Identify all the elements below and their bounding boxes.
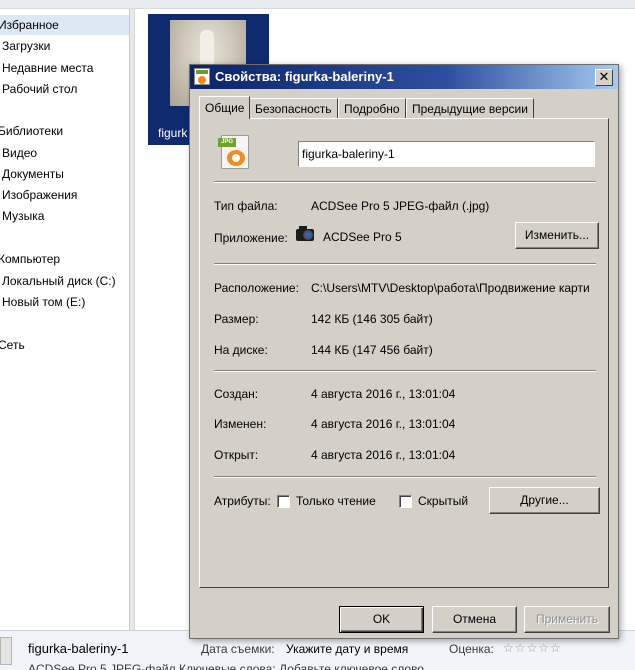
accessed-label: Открыт: <box>214 448 259 462</box>
details-type-and-keywords: ACDSee Pro 5 JPEG-файл Ключевые слова: Д… <box>28 662 424 670</box>
size-on-disk-value: 144 КБ (147 456 байт) <box>311 343 433 357</box>
nav-libraries[interactable]: Библиотеки <box>0 124 63 138</box>
tab-details[interactable]: Подробно <box>338 98 406 118</box>
thumbnail-label: figurk <box>158 126 188 140</box>
properties-dialog: Свойства: figurka-baleriny-1 ✕ Общие Без… <box>189 64 619 639</box>
nav-music[interactable]: Музыка <box>2 209 44 223</box>
nav-local-disk-c[interactable]: Локальный диск (C:) <box>2 274 116 288</box>
nav-documents[interactable]: Документы <box>2 167 64 181</box>
nav-downloads[interactable]: Загрузки <box>2 39 50 53</box>
nav-recent-places[interactable]: Недавние места <box>2 61 93 75</box>
separator <box>214 370 596 372</box>
file-name-field[interactable] <box>298 141 595 167</box>
details-rating-label: Оценка: <box>449 642 494 656</box>
size-on-disk-label: На диске: <box>214 343 268 357</box>
nav-video[interactable]: Видео <box>2 146 37 160</box>
created-value: 4 августа 2016 г., 13:01:04 <box>311 387 456 401</box>
nav-desktop[interactable]: Рабочий стол <box>2 82 77 96</box>
advanced-attributes-button[interactable]: Другие... <box>489 487 600 514</box>
general-tab-panel: JPG Тип файла: ACDSee Pro 5 JPEG-файл (.… <box>199 118 609 588</box>
dialog-title: Свойства: figurka-baleriny-1 <box>215 69 394 84</box>
file-type-value: ACDSee Pro 5 JPEG-файл (.jpg) <box>311 199 490 213</box>
attributes-label: Атрибуты: <box>214 494 271 508</box>
location-value[interactable]: C:\Users\MTV\Desktop\работа\Продвижение … <box>311 281 599 295</box>
application-label: Приложение: <box>214 231 288 245</box>
nav-network[interactable]: Сеть <box>0 338 25 352</box>
details-file-name: figurka-baleriny-1 <box>28 641 129 656</box>
accessed-value: 4 августа 2016 г., 13:01:04 <box>311 448 456 462</box>
dialog-titlebar[interactable]: Свойства: figurka-baleriny-1 ✕ <box>190 65 618 89</box>
separator <box>214 476 596 478</box>
tab-security[interactable]: Безопасность <box>249 98 338 118</box>
camera-icon <box>296 225 315 242</box>
rating-stars[interactable]: ☆☆☆☆☆ <box>503 641 562 655</box>
details-date-taken-label: Дата съемки: <box>201 642 275 656</box>
modified-value: 4 августа 2016 г., 13:01:04 <box>311 417 456 431</box>
size-value: 142 КБ (146 305 байт) <box>311 312 433 326</box>
change-app-button[interactable]: Изменить... <box>515 222 599 249</box>
readonly-label[interactable]: Только чтение <box>296 494 376 508</box>
nav-computer[interactable]: Компьютер <box>0 252 60 266</box>
location-label: Расположение: <box>214 281 299 295</box>
navigation-pane: Избранное Загрузки Недавние места Рабочи… <box>0 9 129 630</box>
jpeg-file-type-icon: JPG <box>218 135 250 169</box>
created-label: Создан: <box>214 387 259 401</box>
ok-button[interactable]: OK <box>339 606 424 633</box>
modified-label: Изменен: <box>214 417 267 431</box>
cancel-button[interactable]: Отмена <box>432 606 517 633</box>
jpg-file-icon <box>194 68 210 85</box>
details-file-icon <box>0 637 12 665</box>
hidden-checkbox[interactable] <box>399 495 412 508</box>
tab-general[interactable]: Общие <box>199 96 251 119</box>
readonly-checkbox[interactable] <box>277 495 290 508</box>
apply-button[interactable]: Применить <box>524 606 610 633</box>
file-type-label: Тип файла: <box>214 199 278 213</box>
application-value: ACDSee Pro 5 <box>323 230 402 244</box>
hidden-label[interactable]: Скрытый <box>418 494 468 508</box>
separator <box>214 263 596 265</box>
size-label: Размер: <box>214 312 259 326</box>
separator <box>214 181 596 183</box>
details-date-taken-value[interactable]: Укажите дату и время <box>286 642 408 656</box>
nav-favorites[interactable]: Избранное <box>0 18 59 32</box>
nav-new-volume-e[interactable]: Новый том (E:) <box>2 295 85 309</box>
close-button[interactable]: ✕ <box>595 69 613 86</box>
tab-previous-versions[interactable]: Предыдущие версии <box>406 98 534 118</box>
nav-images[interactable]: Изображения <box>2 188 77 202</box>
explorer-top-strip <box>0 0 635 9</box>
